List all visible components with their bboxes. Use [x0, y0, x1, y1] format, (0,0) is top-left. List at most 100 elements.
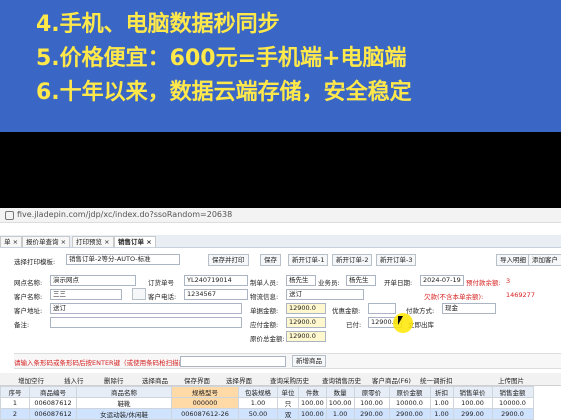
maker-field[interactable]: 杨先生: [286, 275, 316, 286]
col-header[interactable]: 件数: [298, 386, 327, 398]
cell[interactable]: 000000: [171, 397, 239, 409]
col-header[interactable]: 单位: [277, 386, 299, 398]
receivable-field[interactable]: 12900.0: [286, 317, 326, 328]
cell[interactable]: 2: [0, 408, 30, 420]
tab-sales-order[interactable]: 销售订单 ×: [114, 236, 156, 247]
new-order-2-button[interactable]: 新开订单-2: [332, 254, 373, 266]
new-order-1-button[interactable]: 新开订单-1: [288, 254, 329, 266]
sales-field[interactable]: 杨先生: [346, 275, 376, 286]
order-items-table: 序号 商品编号 商品名称 规格型号 包装规格 单位 件数 数量 原零价 原价金额…: [0, 386, 534, 420]
cell[interactable]: 006087612: [29, 397, 77, 409]
add-customer-button[interactable]: 添加客户: [528, 254, 561, 266]
barcode-input[interactable]: [180, 356, 286, 367]
cell[interactable]: 1: [0, 397, 30, 409]
col-header[interactable]: 原价金额: [388, 386, 431, 398]
table-row[interactable]: 2 006087612 女运动装/休闲鞋 006087612-26 50.00 …: [0, 408, 534, 420]
cell[interactable]: 006087612-26: [171, 408, 239, 420]
cell[interactable]: 100.00: [298, 397, 327, 409]
cell[interactable]: 1.00: [238, 397, 278, 409]
app-window: five.jladepin.com/jdp/xc/index.do?ssoRan…: [0, 208, 561, 420]
cost-field[interactable]: 12900.0: [286, 331, 326, 342]
discount-field[interactable]: [368, 303, 396, 314]
cell[interactable]: 2900.00: [388, 408, 431, 420]
col-header[interactable]: 销售单价: [452, 386, 493, 398]
new-product-button[interactable]: 新增商品: [292, 355, 326, 367]
cell[interactable]: 1.00: [325, 408, 355, 420]
col-header[interactable]: 包装规格: [238, 386, 278, 398]
tab-order[interactable]: 单 ×: [0, 236, 23, 247]
cell[interactable]: 女运动装/休闲鞋: [76, 408, 172, 420]
col-header[interactable]: 数量: [325, 386, 355, 398]
browser-address-bar[interactable]: five.jladepin.com/jdp/xc/index.do?ssoRan…: [0, 208, 561, 223]
phone-field[interactable]: 1234567: [184, 289, 248, 300]
address-field[interactable]: 送订: [50, 303, 242, 314]
barcode-scan-bar: 请输入条形码或条形码后按ENTER键（或使用条码枪扫描商品） 新增商品: [14, 353, 561, 369]
scan-hint: 请输入条形码或条形码后按ENTER键（或使用条码枪扫描商品）: [14, 359, 199, 367]
purchase-history-button[interactable]: 查询采购历史: [270, 375, 309, 385]
upload-image-button[interactable]: 上传图片: [498, 375, 524, 385]
cell[interactable]: 1.00: [429, 408, 454, 420]
col-header[interactable]: 商品名称: [76, 386, 172, 398]
point-field[interactable]: 演示网点: [50, 275, 136, 286]
save-print-button[interactable]: 保存并打印: [208, 254, 249, 266]
cell[interactable]: 1.00: [429, 397, 454, 409]
template-select[interactable]: 销售订单-2等分-AUTO-标准: [66, 254, 180, 265]
cell[interactable]: 10000.0: [491, 397, 534, 409]
cell[interactable]: 只: [277, 397, 299, 409]
owed-value: 1469277: [506, 291, 535, 299]
banner-line-3: 6.十年以来，数据云端存储，安全稳定: [36, 80, 412, 105]
customer-field[interactable]: 三三: [50, 289, 122, 300]
customer-products-button[interactable]: 客户商品(F6): [372, 375, 411, 385]
order-no-field[interactable]: YL240719014: [184, 275, 248, 286]
remark-field[interactable]: [50, 317, 242, 328]
cursor-highlight: [393, 313, 413, 333]
cell[interactable]: 2900.0: [491, 408, 534, 420]
pay-method-select[interactable]: 现金: [442, 303, 496, 314]
cell[interactable]: 双: [277, 408, 299, 420]
grid-action-bar: 增加空行 插入行 删除行 选择商品 保存界面 选择界面 查询采购历史 查询销售历…: [0, 373, 561, 386]
order-no-label: 订货单号: [148, 279, 174, 287]
table-header-row: 序号 商品编号 商品名称 规格型号 包装规格 单位 件数 数量 原零价 原价金额…: [0, 386, 534, 398]
col-header[interactable]: 折扣: [429, 386, 454, 398]
phone-label: 客户电话:: [148, 293, 177, 301]
unified-discount-button[interactable]: 统一调折扣: [420, 375, 453, 385]
select-product-button[interactable]: 选择商品: [142, 375, 168, 385]
tab-print-preview[interactable]: 打印预览 ×: [72, 236, 114, 247]
cell[interactable]: 50.00: [238, 408, 278, 420]
new-order-3-button[interactable]: 新开订单-3: [376, 254, 417, 266]
save-layout-button[interactable]: 保存界面: [184, 375, 210, 385]
col-header[interactable]: 销售金额: [491, 386, 534, 398]
sales-history-button[interactable]: 查询销售历史: [322, 375, 361, 385]
cell[interactable]: 100.00: [298, 408, 327, 420]
save-button[interactable]: 保存: [260, 254, 281, 266]
table-row[interactable]: 1 006087612 鞋靴 000000 1.00 只 100.00 100.…: [0, 397, 534, 409]
owed-label: 欠款(不含本单余额):: [424, 293, 484, 301]
open-date-field[interactable]: 2024-07-19: [420, 275, 464, 286]
cell[interactable]: 006087612: [29, 408, 77, 420]
insert-row-button[interactable]: 插入行: [64, 375, 84, 385]
cell[interactable]: 鞋靴: [76, 397, 172, 409]
cell[interactable]: 299.00: [452, 408, 493, 420]
col-header[interactable]: 规格型号: [171, 386, 239, 398]
customer-search-button[interactable]: [132, 288, 146, 300]
import-detail-button[interactable]: 导入明细: [496, 254, 530, 266]
maker-label: 制单人员:: [250, 279, 279, 287]
cell[interactable]: 100.00: [452, 397, 493, 409]
tab-quote-query[interactable]: 报价单查询 ×: [22, 236, 71, 247]
open-date-label: 开单日期:: [384, 279, 413, 287]
url-text[interactable]: five.jladepin.com/jdp/xc/index.do?ssoRan…: [17, 210, 232, 219]
sales-label: 业务员:: [318, 279, 340, 287]
total-field[interactable]: 12900.0: [286, 303, 326, 314]
col-header[interactable]: 商品编号: [29, 386, 77, 398]
add-row-button[interactable]: 增加空行: [18, 375, 44, 385]
cell[interactable]: 10000.0: [388, 397, 431, 409]
cell[interactable]: 100.00: [325, 397, 355, 409]
delete-row-button[interactable]: 删除行: [104, 375, 124, 385]
banner-line-2: 5.价格便宜：600元=手机端+电脑端: [36, 46, 407, 71]
logistics-field[interactable]: 送订: [286, 289, 364, 300]
col-header[interactable]: 序号: [0, 386, 30, 398]
col-header[interactable]: 原零价: [353, 386, 390, 398]
cell[interactable]: 100.00: [353, 397, 390, 409]
cell[interactable]: 290.00: [353, 408, 390, 420]
select-layout-button[interactable]: 选择界面: [226, 375, 252, 385]
